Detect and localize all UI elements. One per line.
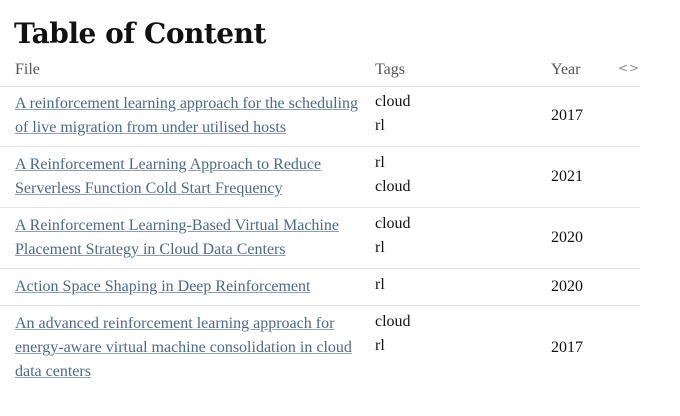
tag: cloud: [375, 93, 411, 110]
file-link[interactable]: Action Space Shaping in Deep Reinforceme…: [15, 278, 310, 295]
tag: rl: [375, 276, 385, 293]
column-header-tags[interactable]: Tags: [375, 60, 405, 80]
tag: cloud: [375, 178, 411, 195]
file-link[interactable]: A Reinforcement Learning Approach to Red…: [15, 156, 321, 197]
file-cell: A reinforcement learning approach for th…: [0, 86, 360, 146]
file-cell: A Reinforcement Learning Approach to Red…: [0, 147, 360, 207]
table-row: A Reinforcement Learning Approach to Red…: [0, 147, 640, 208]
tag: cloud: [375, 313, 411, 330]
tag: cloud: [375, 215, 411, 232]
table-header: File Tags Year <>: [0, 56, 640, 87]
year-cell: 2017: [551, 107, 583, 124]
file-cell: An advanced reinforcement learning appro…: [0, 306, 360, 390]
table-row: A Reinforcement Learning-Based Virtual M…: [0, 208, 640, 269]
tags-cell: rl cloud: [375, 151, 411, 199]
tag: rl: [375, 117, 385, 134]
column-header-year[interactable]: Year: [551, 60, 580, 80]
tags-cell: cloud rl: [375, 90, 411, 138]
code-toggle-icon[interactable]: <>: [618, 58, 640, 78]
file-link[interactable]: A reinforcement learning approach for th…: [15, 95, 358, 136]
tag: rl: [375, 154, 385, 171]
column-header-file[interactable]: File: [15, 60, 40, 80]
tag: rl: [375, 337, 385, 354]
year-cell: 2021: [551, 168, 583, 185]
year-cell: 2017: [551, 339, 583, 356]
year-cell: 2020: [551, 278, 583, 295]
year-cell: 2020: [551, 229, 583, 246]
tags-cell: cloud rl: [375, 212, 411, 260]
tag: rl: [375, 239, 385, 256]
file-cell: A Reinforcement Learning-Based Virtual M…: [0, 208, 360, 268]
page: Table of Content File Tags Year <> A rei…: [0, 0, 680, 416]
table-row: An advanced reinforcement learning appro…: [0, 306, 640, 390]
tags-cell: rl: [375, 273, 385, 297]
file-cell: Action Space Shaping in Deep Reinforceme…: [0, 269, 360, 305]
table-row: Action Space Shaping in Deep Reinforceme…: [0, 269, 640, 306]
content-table: File Tags Year <> A reinforcement learni…: [0, 56, 640, 390]
tags-cell: cloud rl: [375, 310, 411, 358]
page-title: Table of Content: [14, 17, 266, 50]
file-link[interactable]: A Reinforcement Learning-Based Virtual M…: [15, 217, 339, 258]
file-link[interactable]: An advanced reinforcement learning appro…: [15, 315, 352, 380]
table-row: A reinforcement learning approach for th…: [0, 86, 640, 147]
